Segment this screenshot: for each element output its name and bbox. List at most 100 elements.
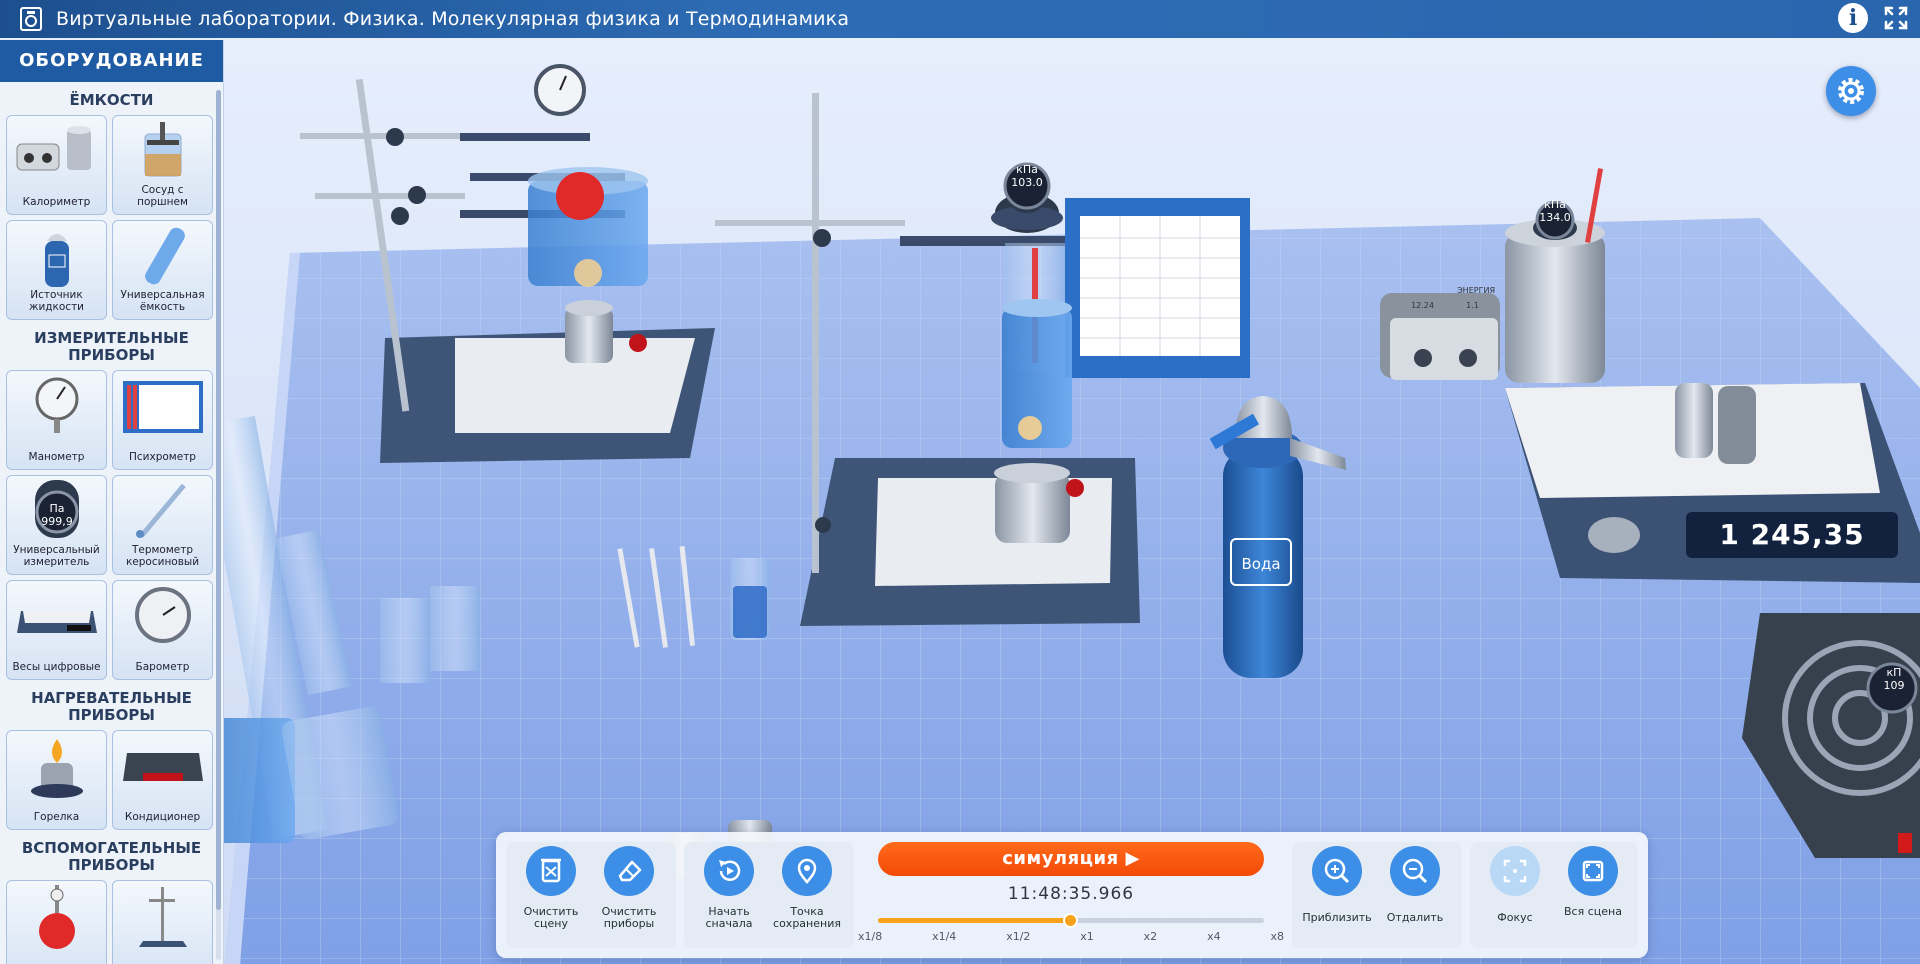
save-point-label: Точка сохранения <box>773 905 841 930</box>
tile-barometer[interactable]: Барометр <box>112 580 213 680</box>
gauge-3-display: кП 109 <box>1880 666 1908 692</box>
tile-label: Источник жидкости <box>28 289 85 313</box>
tile-aux-2[interactable] <box>112 880 213 964</box>
tile-label: Барометр <box>135 661 190 673</box>
meter-tile-display: Па 999,9 <box>37 502 77 528</box>
tile-label: Весы цифровые <box>12 661 101 673</box>
restart-label: Начать сначала <box>705 905 753 930</box>
trash-icon <box>541 858 561 883</box>
sidebar-scrollbar-thumb[interactable] <box>216 90 221 910</box>
manometer-icon <box>35 377 79 433</box>
app-logo-icon <box>20 7 42 31</box>
tile-label: Психрометр <box>129 451 196 463</box>
gauge-3-unit: кП <box>1886 666 1902 679</box>
test-tube-icon <box>145 227 185 285</box>
tile-liquid-source[interactable]: Источник жидкости <box>6 220 107 320</box>
tile-universal-container[interactable]: Универсальная ёмкость <box>112 220 213 320</box>
zoom-out-button[interactable]: Отдалить <box>1376 846 1454 944</box>
history-group: Начать сначала Точка сохранения <box>684 842 854 948</box>
tile-label: Универсальная ёмкость <box>120 289 205 313</box>
digital-scale-icon <box>17 611 97 633</box>
whole-scene-button[interactable]: Вся сцена <box>1554 846 1632 944</box>
clear-devices-button[interactable]: Очистить приборы <box>590 846 668 944</box>
gauge-2-display: кПа 134.0 <box>1535 198 1575 224</box>
tile-aux-1[interactable] <box>6 880 107 964</box>
gauge-2-value: 134.0 <box>1539 211 1571 224</box>
speed-label[interactable]: x1/4 <box>932 930 956 943</box>
burner-icon <box>31 739 83 798</box>
speed-slider[interactable] <box>878 913 1264 928</box>
speed-slider-knob[interactable] <box>1063 913 1078 928</box>
info-button[interactable]: i <box>1838 3 1868 33</box>
scale-display: 1 245,35 <box>1686 512 1898 558</box>
settings-button[interactable] <box>1826 66 1876 116</box>
zoom-in-icon <box>1324 858 1350 884</box>
zoom-group: Приблизить Отдалить <box>1292 842 1462 948</box>
power-unit-brand: ЭНЕРГИЯ <box>1457 286 1495 295</box>
view-group: Фокус Вся сцена <box>1470 842 1638 948</box>
tile-burner[interactable]: Горелка <box>6 730 107 830</box>
sidebar-header: ОБОРУДОВАНИЕ <box>0 40 223 82</box>
zoom-in-label: Приблизить <box>1302 911 1372 924</box>
scene-graphics <box>0 38 1920 964</box>
bottom-toolbar: Очистить сцену Очистить приборы Начать с… <box>496 832 1648 958</box>
tile-piston-vessel[interactable]: Сосуд с поршнем <box>112 115 213 215</box>
stand-icon <box>139 887 187 947</box>
thermometer-icon <box>136 483 186 538</box>
clear-scene-button[interactable]: Очистить сцену <box>512 846 590 944</box>
tile-calorimeter[interactable]: Калориметр <box>6 115 107 215</box>
gauge-3-value: 109 <box>1883 679 1905 692</box>
gear-icon <box>1838 78 1864 104</box>
section-title-measuring: ИЗМЕРИТЕЛЬНЫЕ ПРИБОРЫ <box>34 329 189 364</box>
whole-scene-icon <box>1582 860 1604 882</box>
power-unit-right-value: 1.1 <box>1466 301 1479 310</box>
section-title-containers: ЁМКОСТИ <box>69 91 154 109</box>
location-pin-icon <box>797 858 817 884</box>
meter-tile-unit: Па <box>49 502 65 515</box>
tile-kerosene-thermometer[interactable]: Термометр керосиновый <box>112 475 213 575</box>
power-unit-left-value: 12.24 <box>1411 301 1434 310</box>
speed-label[interactable]: x8 <box>1270 930 1284 943</box>
barometer-icon <box>135 587 191 643</box>
restart-button[interactable]: Начать сначала <box>690 846 768 944</box>
piston-vessel-icon <box>144 122 182 177</box>
gauge-2-unit: кПа <box>1544 198 1566 211</box>
tile-label: Горелка <box>33 811 80 823</box>
speed-label[interactable]: x1 <box>1080 930 1094 943</box>
speed-slider-fill <box>878 918 1071 923</box>
clear-group: Очистить сцену Очистить приборы <box>506 842 676 948</box>
tile-psychrometer[interactable]: Психрометр <box>112 370 213 470</box>
speed-labels: x1/8 x1/4 x1/2 x1 x2 x4 x8 <box>858 930 1284 943</box>
section-title-heating: НАГРЕВАТЕЛЬНЫЕ ПРИБОРЫ <box>31 689 192 724</box>
focus-button[interactable]: Фокус <box>1476 846 1554 944</box>
tile-universal-meter[interactable]: Па 999,9 Универсальный измеритель <box>6 475 107 575</box>
speed-label[interactable]: x1/2 <box>1006 930 1030 943</box>
siphon-icon <box>45 234 69 287</box>
window-title: Виртуальные лаборатории. Физика. Молекул… <box>56 8 850 30</box>
focus-icon <box>1503 859 1527 883</box>
zoom-out-icon <box>1402 858 1428 884</box>
speed-label[interactable]: x2 <box>1144 930 1158 943</box>
simulation-time: 11:48:35.966 <box>1007 884 1135 904</box>
zoom-in-button[interactable]: Приблизить <box>1298 846 1376 944</box>
siphon-water-label: Вода <box>1230 538 1292 586</box>
focus-label: Фокус <box>1497 911 1533 924</box>
title-bar: Виртуальные лаборатории. Физика. Молекул… <box>0 0 1920 38</box>
tile-manometer[interactable]: Манометр <box>6 370 107 470</box>
tile-air-conditioner[interactable]: Кондиционер <box>112 730 213 830</box>
sidebar-scrollbar[interactable] <box>216 90 221 960</box>
gauge-1-display: кПа 103.0 <box>1007 163 1047 189</box>
save-point-button[interactable]: Точка сохранения <box>768 846 846 944</box>
equipment-sidebar: ОБОРУДОВАНИЕ ЁМКОСТИ Калориметр Сосуд с … <box>0 40 224 964</box>
speed-label[interactable]: x4 <box>1207 930 1221 943</box>
tile-label: Универсальный измеритель <box>13 544 100 568</box>
clear-scene-label: Очистить сцену <box>523 905 579 930</box>
simulation-button[interactable]: симуляция ▶ <box>878 842 1264 876</box>
tile-label: Кондиционер <box>124 811 201 823</box>
tile-label: Калориметр <box>22 196 91 208</box>
conditioner-icon <box>123 753 203 781</box>
speed-label[interactable]: x1/8 <box>858 930 882 943</box>
lab-scene[interactable]: кПа 103.0 кПа 134.0 кП 109 ЭНЕРГИЯ 12.24… <box>0 38 1920 964</box>
fullscreen-icon[interactable] <box>1882 4 1910 32</box>
tile-digital-scale[interactable]: Весы цифровые <box>6 580 107 680</box>
